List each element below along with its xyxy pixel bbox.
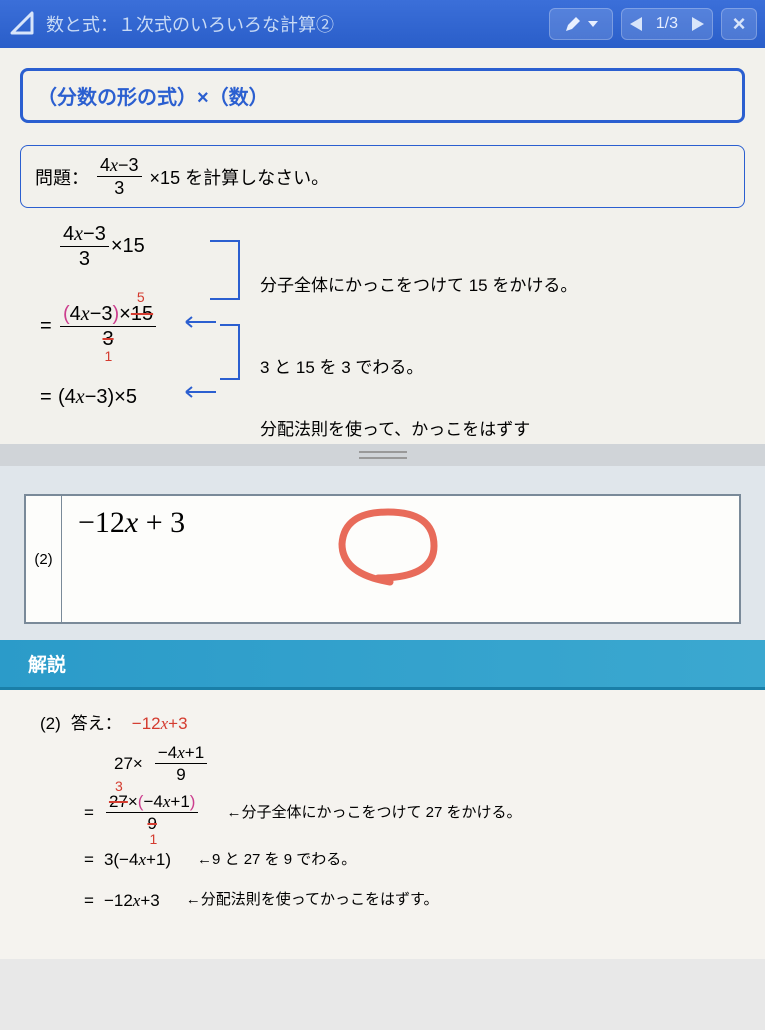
prev-button[interactable]	[622, 17, 650, 31]
problem-tail: ×15 を計算しなさい。	[150, 164, 330, 190]
close-button[interactable]: ×	[721, 8, 757, 40]
solution-body: (2) 答え： −12x+3 27× −4x+1 9 = 327×(−4x+1)…	[0, 690, 765, 939]
app-header: 数と式：１次式のいろいろな計算② 1/3 ×	[0, 0, 765, 48]
page-nav: 1/3	[621, 8, 713, 40]
correct-circle-icon	[322, 504, 452, 594]
grip-icon	[359, 451, 407, 459]
solution-pane: 解説 (2) 答え： −12x+3 27× −4x+1 9 = 327×(−4x…	[0, 640, 765, 959]
close-icon: ×	[733, 11, 746, 37]
answer-body[interactable]: −12x + 3	[62, 496, 739, 622]
app-logo	[8, 9, 38, 39]
pane-divider[interactable]	[0, 444, 765, 466]
problem-box: 問題： 4x−3 3 ×15 を計算しなさい。	[20, 145, 745, 208]
chevron-down-icon	[588, 21, 598, 27]
answer-number: (2)	[26, 496, 62, 622]
step-note: 3 と 15 を 3 でわる。	[260, 353, 423, 378]
solution-header: 解説	[0, 640, 765, 690]
step-note: 分子全体にかっこをつけて 15 をかける。	[260, 271, 577, 296]
problem-fraction: 4x−3 3	[97, 156, 142, 197]
pencil-icon	[564, 15, 582, 33]
page-title: 数と式：１次式のいろいろな計算②	[46, 11, 541, 37]
solution-answer: −12x+3	[132, 708, 188, 740]
explanation-pane: （分数の形の式）×（数） 問題： 4x−3 3 ×15 を計算しなさい。 4x−…	[0, 48, 765, 444]
answer-box: (2) −12x + 3	[24, 494, 741, 624]
pen-button[interactable]	[549, 8, 613, 40]
solution-qnum: (2)	[40, 708, 61, 740]
section-title: （分数の形の式）×（数）	[20, 68, 745, 123]
step-note: 分配法則を使って、かっこをはずす	[260, 415, 530, 440]
answer-pane: (2) −12x + 3	[0, 466, 765, 640]
solution-note: ←分配法則を使ってかっこをはずす。	[186, 886, 439, 915]
next-button[interactable]	[684, 17, 712, 31]
worked-steps: 4x−3 3 ×15 分子全体にかっこをつけて 15 をかける。 = (4x−3…	[20, 224, 745, 440]
page-counter: 1/3	[650, 15, 684, 33]
solution-note: ←分子全体にかっこをつけて 27 をかける。	[226, 799, 521, 828]
solution-note: ←9 と 27 を 9 でわる。	[197, 846, 356, 875]
problem-label: 問題：	[35, 164, 89, 190]
